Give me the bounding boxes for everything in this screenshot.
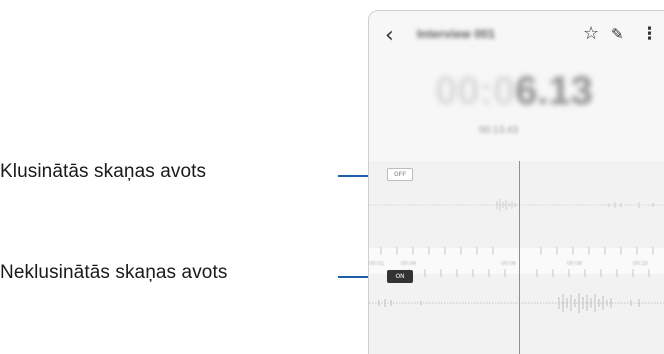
ruler-label: 00:08 [567, 261, 583, 267]
ruler-label: 00:10 [633, 261, 649, 267]
more-options-icon[interactable]: ⋮ [641, 24, 658, 44]
unmuted-track-waveform [369, 293, 664, 313]
playback-timer: 00:06.13 [435, 69, 593, 114]
recording-title: Interview 001 [417, 27, 495, 41]
phone-screen: ‹ Interview 001 ☆ ✎ ⋮ 00:06.13 00:13:43 [368, 10, 664, 354]
pencil-icon[interactable]: ✎ [611, 25, 624, 43]
ruler-label: 00:02 [369, 261, 385, 267]
unmuted-source-callout: Neklusinātās skaņas avots [0, 262, 228, 283]
star-icon[interactable]: ☆ [583, 23, 599, 44]
app-bar: ‹ Interview 001 ☆ ✎ ⋮ [369, 11, 664, 61]
time-ruler-ticks: 00:02 00:04 00:06 00:08 00:10 [369, 247, 654, 277]
muted-track-badge[interactable]: OFF [387, 168, 413, 181]
timer-dim-digits: 00:0 [435, 69, 516, 113]
total-duration: 00:13:43 [479, 125, 518, 136]
ruler-label: 00:04 [401, 261, 417, 267]
muted-track-waveform [369, 199, 664, 211]
timer-bright-digits: 6.13 [515, 69, 593, 113]
muted-source-callout: Klusinātās skaņas avots [0, 161, 207, 182]
chevron-left-icon[interactable]: ‹ [385, 23, 394, 48]
playhead-line[interactable] [519, 161, 520, 354]
ruler-label: 00:06 [501, 261, 517, 267]
unmuted-track-badge[interactable]: ON [387, 270, 413, 283]
